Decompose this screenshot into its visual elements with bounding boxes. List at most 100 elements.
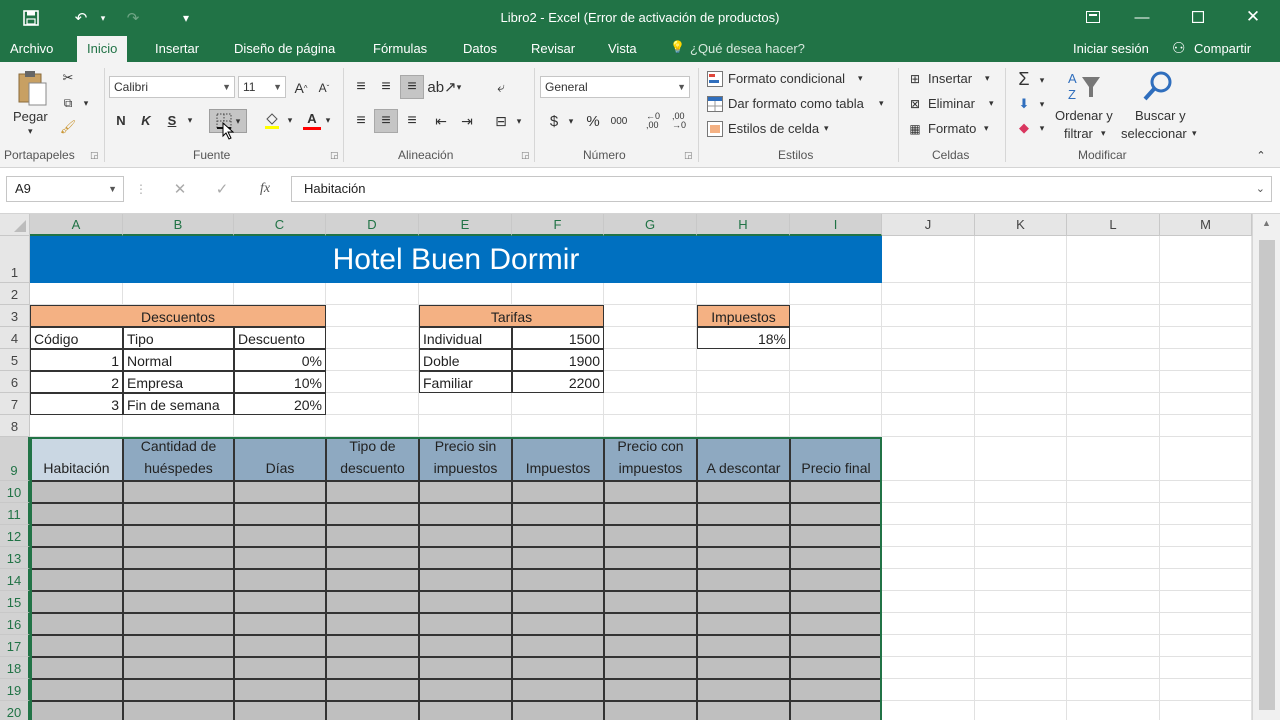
table-cell[interactable] (419, 569, 512, 591)
table-cell[interactable] (326, 547, 419, 569)
main-table-header[interactable]: Precio con impuestos (604, 437, 697, 481)
orientation-icon[interactable]: ab↗ (427, 76, 456, 98)
format-as-table-dropdown-icon[interactable]: ▾ (879, 98, 884, 109)
percent-button[interactable]: % (584, 110, 602, 132)
table-cell[interactable] (30, 591, 123, 613)
find-select-label[interactable]: Buscar y (1135, 108, 1186, 123)
table-cell[interactable] (419, 657, 512, 679)
table-cell[interactable] (30, 547, 123, 569)
number-format-select[interactable]: General ▼ (540, 76, 690, 98)
column-header-g[interactable]: G (604, 214, 697, 236)
sort-filter-label[interactable]: Ordenar y (1055, 108, 1113, 123)
main-table-header[interactable]: Precio final (790, 437, 882, 481)
fill-dropdown-icon[interactable]: ▾ (1037, 94, 1047, 114)
table-cell[interactable] (123, 503, 234, 525)
main-table-header[interactable]: Habitación (30, 437, 123, 481)
table-cell[interactable] (512, 481, 604, 503)
minimize-icon[interactable]: — (1127, 4, 1157, 30)
table-cell[interactable] (512, 569, 604, 591)
rate-name[interactable]: Individual (419, 327, 512, 349)
table-cell[interactable] (697, 701, 790, 720)
font-launcher-icon[interactable]: ◲ (330, 150, 339, 161)
expand-formula-icon[interactable]: ⌄ (1256, 177, 1265, 201)
table-cell[interactable] (790, 679, 882, 701)
merge-center-icon[interactable]: ⊟ (490, 110, 512, 132)
table-cell[interactable] (30, 481, 123, 503)
row-header-16[interactable]: 16 (0, 613, 30, 635)
main-table-header[interactable]: Impuestos (512, 437, 604, 481)
table-cell[interactable] (604, 503, 697, 525)
row-header-4[interactable]: 4 (0, 327, 30, 349)
table-cell[interactable] (123, 481, 234, 503)
table-cell[interactable] (234, 657, 326, 679)
discounts-col-code[interactable]: Código (30, 327, 123, 349)
table-cell[interactable] (604, 525, 697, 547)
rate-price[interactable]: 2200 (512, 371, 604, 393)
table-cell[interactable] (419, 613, 512, 635)
main-table-header[interactable]: Tipo de descuento (326, 437, 419, 481)
table-cell[interactable] (123, 547, 234, 569)
main-table-header[interactable]: Cantidad de huéspedes (123, 437, 234, 481)
delete-dropdown-icon[interactable]: ▾ (989, 98, 994, 109)
tab-formulas[interactable]: Fórmulas (363, 36, 437, 62)
increase-indent-icon[interactable]: ⇥ (456, 110, 478, 132)
orientation-dropdown-icon[interactable]: ▾ (454, 76, 464, 98)
underline-button[interactable]: S (164, 110, 180, 130)
bold-button[interactable]: N (113, 110, 129, 130)
number-launcher-icon[interactable]: ◲ (684, 150, 693, 161)
table-cell[interactable] (790, 657, 882, 679)
scroll-up-icon[interactable]: ▲ (1262, 218, 1271, 228)
conditional-format-button[interactable]: Formato condicional (728, 71, 845, 86)
thousands-button[interactable]: 000 (607, 110, 631, 132)
decrease-decimal-icon[interactable]: ,00 →0 (668, 110, 690, 132)
table-cell[interactable] (326, 503, 419, 525)
delete-cells-icon[interactable]: ⊠ (905, 95, 925, 113)
tab-file[interactable]: Archivo (0, 36, 63, 62)
column-header-k[interactable]: K (975, 214, 1067, 236)
column-header-h[interactable]: H (697, 214, 790, 236)
table-cell[interactable] (234, 503, 326, 525)
paste-label[interactable]: Pegar (13, 109, 48, 124)
table-cell[interactable] (326, 635, 419, 657)
table-cell[interactable] (512, 679, 604, 701)
column-header-j[interactable]: J (882, 214, 975, 236)
table-cell[interactable] (604, 481, 697, 503)
table-cell[interactable] (123, 525, 234, 547)
discount-value[interactable]: 20% (234, 393, 326, 415)
row-header-20[interactable]: 20 (0, 701, 30, 720)
table-cell[interactable] (123, 591, 234, 613)
autosum-dropdown-icon[interactable]: ▾ (1037, 70, 1047, 90)
table-cell[interactable] (419, 591, 512, 613)
select-all-corner[interactable] (0, 214, 30, 236)
cell-styles-button[interactable]: Estilos de celda (728, 121, 819, 136)
main-table-header[interactable]: Días (234, 437, 326, 481)
name-box[interactable]: A9 ▼ (6, 176, 124, 202)
tab-review[interactable]: Revisar (521, 36, 585, 62)
row-header-6[interactable]: 6 (0, 371, 30, 393)
maximize-icon[interactable] (1183, 4, 1213, 30)
table-cell[interactable] (512, 613, 604, 635)
table-cell[interactable] (30, 613, 123, 635)
discounts-col-discount[interactable]: Descuento (234, 327, 326, 349)
row-header-13[interactable]: 13 (0, 547, 30, 569)
table-cell[interactable] (123, 635, 234, 657)
vertical-scrollbar[interactable]: ▲ (1252, 214, 1280, 720)
table-cell[interactable] (123, 657, 234, 679)
close-icon[interactable]: ✕ (1238, 4, 1268, 30)
table-cell[interactable] (234, 613, 326, 635)
increase-decimal-icon[interactable]: ←0,00 (642, 110, 664, 132)
rates-header[interactable]: Tarifas (419, 305, 604, 327)
align-bottom-icon[interactable]: ≡ (400, 75, 424, 99)
find-select-label-2[interactable]: seleccionar (1121, 126, 1187, 141)
table-cell[interactable] (326, 679, 419, 701)
column-header-f[interactable]: F (512, 214, 604, 236)
table-cell[interactable] (326, 481, 419, 503)
table-cell[interactable] (512, 701, 604, 720)
paste-icon[interactable] (14, 68, 50, 108)
font-name-select[interactable]: Calibri ▼ (109, 76, 235, 98)
table-cell[interactable] (697, 591, 790, 613)
fill-icon[interactable]: ⬇ (1014, 94, 1034, 114)
tab-page-layout[interactable]: Diseño de página (224, 36, 345, 62)
fill-color-dropdown-icon[interactable]: ▾ (285, 110, 295, 130)
table-cell[interactable] (326, 613, 419, 635)
